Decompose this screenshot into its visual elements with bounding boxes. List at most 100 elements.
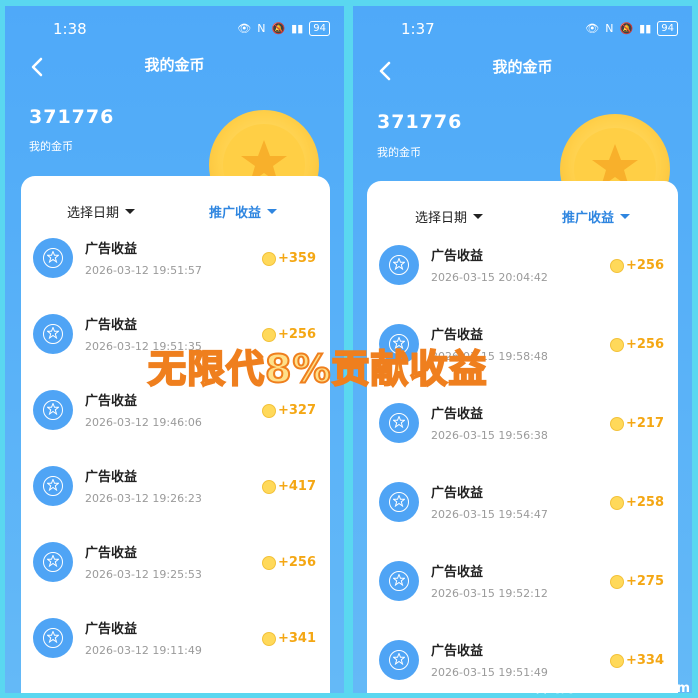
coin-icon <box>609 416 624 431</box>
eye-icon: 👁 <box>237 22 252 35</box>
earnings-list: 广告收益 2026-03-15 20:04:42 +256 广告收益 2026-… <box>367 243 678 693</box>
signal-icon: ▮▮ <box>639 22 652 35</box>
amount-value: +341 <box>277 631 316 646</box>
status-bar-icons: 👁 N 🔕 ▮▮ 94 <box>585 21 678 36</box>
battery-icon: 94 <box>657 21 678 36</box>
coin-balance: 371776 <box>29 106 115 128</box>
item-amount: +359 <box>261 251 316 266</box>
list-item[interactable]: 广告收益 2026-03-15 20:04:42 +256 <box>367 243 678 322</box>
signal-icon: ▮▮ <box>291 22 304 35</box>
earnings-list-card: 选择日期 推广收益 广告收益 2026-03-15 20:04:42 +256 … <box>367 181 678 693</box>
item-time: 2026-03-15 19:52:12 <box>431 587 548 600</box>
list-item[interactable]: 广告收益 2026-03-15 19:54:47 +258 <box>367 480 678 559</box>
nfc-icon: N <box>605 22 614 35</box>
list-item[interactable]: 广告收益 2026-03-15 19:52:12 +275 <box>367 559 678 638</box>
coin-icon <box>609 495 624 510</box>
nfc-icon: N <box>257 22 266 35</box>
star-badge-icon <box>33 542 73 582</box>
coin-icon <box>261 479 276 494</box>
item-amount: +275 <box>609 574 664 589</box>
item-amount: +256 <box>609 258 664 273</box>
status-time: 1:38 <box>53 20 87 38</box>
eye-icon: 👁 <box>585 22 600 35</box>
type-filter-label: 推广收益 <box>562 211 615 226</box>
battery-icon: 94 <box>309 21 330 36</box>
mute-icon: 🔕 <box>619 22 634 35</box>
item-time: 2026-03-12 19:46:06 <box>85 416 202 429</box>
star-badge-icon <box>379 245 419 285</box>
status-time: 1:37 <box>401 20 435 38</box>
list-item[interactable]: 广告收益 2026-03-12 19:26:23 +417 <box>21 464 330 540</box>
amount-value: +359 <box>277 251 316 266</box>
list-item[interactable]: 广告收益 2026-03-15 19:56:38 +217 <box>367 401 678 480</box>
amount-value: +327 <box>277 403 316 418</box>
coin-balance-label: 我的金币 <box>29 140 73 153</box>
amount-value: +256 <box>625 337 664 352</box>
page-title: 我的金币 <box>492 58 553 76</box>
date-filter-label: 选择日期 <box>67 206 120 221</box>
item-title: 广告收益 <box>431 565 484 580</box>
earnings-list: 广告收益 2026-03-12 19:51:57 +359 广告收益 2026-… <box>21 236 330 692</box>
amount-value: +417 <box>277 479 316 494</box>
dropdown-caret-icon <box>125 209 136 214</box>
coin-icon <box>261 403 276 418</box>
page-title: 我的金币 <box>144 56 205 74</box>
item-title: 广告收益 <box>85 546 138 561</box>
type-filter-dropdown[interactable]: 推广收益 <box>209 202 278 221</box>
coin-balance-label: 我的金币 <box>377 146 421 159</box>
star-badge-icon <box>379 640 419 680</box>
coin-icon <box>261 251 276 266</box>
site-watermark: 586首码网 www.h586.com <box>507 681 690 696</box>
amount-value: +217 <box>625 416 664 431</box>
item-amount: +327 <box>261 403 316 418</box>
item-title: 广告收益 <box>431 486 484 501</box>
star-badge-icon <box>33 390 73 430</box>
star-badge-icon <box>379 403 419 443</box>
coin-icon <box>261 631 276 646</box>
coin-icon <box>609 258 624 273</box>
amount-value: +334 <box>625 653 664 668</box>
star-badge-icon <box>33 314 73 354</box>
item-title: 广告收益 <box>431 644 484 659</box>
amount-value: +256 <box>625 258 664 273</box>
dropdown-caret-icon <box>473 214 484 219</box>
promo-overlay-text: 无限代8%贡献收益 <box>147 346 488 392</box>
amount-value: +256 <box>277 555 316 570</box>
list-item[interactable]: 广告收益 2026-03-12 19:46:06 +327 <box>21 388 330 464</box>
type-filter-dropdown[interactable]: 推广收益 <box>562 207 631 226</box>
item-title: 广告收益 <box>431 407 484 422</box>
item-title: 广告收益 <box>85 242 138 257</box>
item-amount: +256 <box>609 337 664 352</box>
date-filter-dropdown[interactable]: 选择日期 <box>67 202 136 221</box>
star-badge-icon <box>379 561 419 601</box>
item-time: 2026-03-15 19:54:47 <box>431 508 548 521</box>
list-item[interactable]: 广告收益 2026-03-12 19:51:57 +359 <box>21 236 330 312</box>
coin-icon <box>609 653 624 668</box>
dropdown-caret-icon <box>267 209 278 214</box>
item-title: 广告收益 <box>85 394 138 409</box>
item-amount: +256 <box>261 555 316 570</box>
date-filter-dropdown[interactable]: 选择日期 <box>415 207 484 226</box>
mute-icon: 🔕 <box>271 22 286 35</box>
list-item[interactable]: 广告收益 2026-03-12 19:11:49 +341 <box>21 616 330 692</box>
star-badge-icon <box>33 466 73 506</box>
item-time: 2026-03-12 19:11:49 <box>85 644 202 657</box>
item-time: 2026-03-12 19:26:23 <box>85 492 202 505</box>
item-time: 2026-03-12 19:51:57 <box>85 264 202 277</box>
item-title: 广告收益 <box>85 318 138 333</box>
coin-icon <box>609 337 624 352</box>
amount-value: +275 <box>625 574 664 589</box>
earnings-list-card: 选择日期 推广收益 广告收益 2026-03-12 19:51:57 +359 … <box>21 176 330 693</box>
item-time: 2026-03-15 19:56:38 <box>431 429 548 442</box>
item-title: 广告收益 <box>431 249 484 264</box>
amount-value: +258 <box>625 495 664 510</box>
list-item[interactable]: 广告收益 2026-03-12 19:25:53 +256 <box>21 540 330 616</box>
date-filter-label: 选择日期 <box>415 211 468 226</box>
item-amount: +217 <box>609 416 664 431</box>
dropdown-caret-icon <box>620 214 631 219</box>
type-filter-label: 推广收益 <box>209 206 262 221</box>
item-amount: +258 <box>609 495 664 510</box>
item-amount: +417 <box>261 479 316 494</box>
star-badge-icon <box>379 482 419 522</box>
star-badge-icon <box>33 618 73 658</box>
